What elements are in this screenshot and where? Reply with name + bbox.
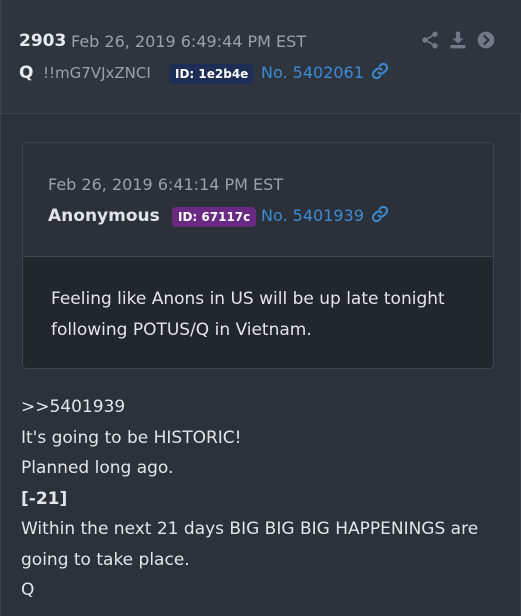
download-icon[interactable]: [448, 30, 468, 50]
quoted-post-id-badge: ID: 67117c: [172, 207, 257, 227]
quoted-post-header: Feb 26, 2019 6:41:14 PM EST Anonymous ID…: [23, 143, 493, 257]
quoted-post: Feb 26, 2019 6:41:14 PM EST Anonymous ID…: [22, 142, 494, 369]
post-author: Q: [19, 63, 34, 83]
post-number-link-text: No. 5402061: [261, 63, 364, 82]
post-text-line: going to take place.: [21, 549, 190, 570]
post-text-line: It's going to be HISTORIC!: [21, 427, 242, 448]
quoted-post-text: Feeling like Anons in US will be up late…: [51, 284, 471, 346]
post-text-line: Planned long ago.: [21, 458, 174, 478]
post-header: 2903 Feb 26, 2019 6:49:44 PM EST Q !!mG7…: [1, 0, 521, 114]
post-text-line-bold: [-21]: [21, 488, 68, 509]
reply-reference-link[interactable]: >>5401939: [21, 392, 501, 423]
post-number: 2903: [19, 31, 67, 51]
share-icon[interactable]: [420, 30, 440, 50]
post-body: >>5401939 It's going to be HISTORIC! Pla…: [21, 392, 501, 606]
link-icon: [371, 205, 389, 223]
post-text-line: Within the next 21 days BIG BIG BIG HAPP…: [21, 519, 479, 539]
quoted-post-body: Feeling like Anons in US will be up late…: [23, 257, 493, 368]
next-arrow-icon[interactable]: [476, 30, 496, 50]
post-card: 2903 Feb 26, 2019 6:49:44 PM EST Q !!mG7…: [0, 0, 521, 616]
post-action-icons: [420, 30, 496, 50]
post-signature: Q: [21, 580, 35, 600]
post-tripcode: !!mG7VJxZNCI: [43, 64, 151, 82]
post-date: Feb 26, 2019 6:49:44 PM EST: [71, 32, 307, 51]
link-icon: [371, 62, 389, 80]
quoted-text-line: following POTUS/Q in Vietnam.: [51, 320, 312, 340]
post-number-link[interactable]: No. 5402061: [261, 62, 389, 82]
quoted-post-author: Anonymous: [48, 206, 160, 226]
post-id-badge: ID: 1e2b4e: [169, 64, 255, 84]
quoted-post-date: Feb 26, 2019 6:41:14 PM EST: [48, 175, 284, 194]
quoted-post-number-link-text: No. 5401939: [261, 206, 364, 225]
quoted-post-number-link[interactable]: No. 5401939: [261, 205, 389, 225]
quoted-text-line: Feeling like Anons in US will be up late…: [51, 289, 445, 309]
